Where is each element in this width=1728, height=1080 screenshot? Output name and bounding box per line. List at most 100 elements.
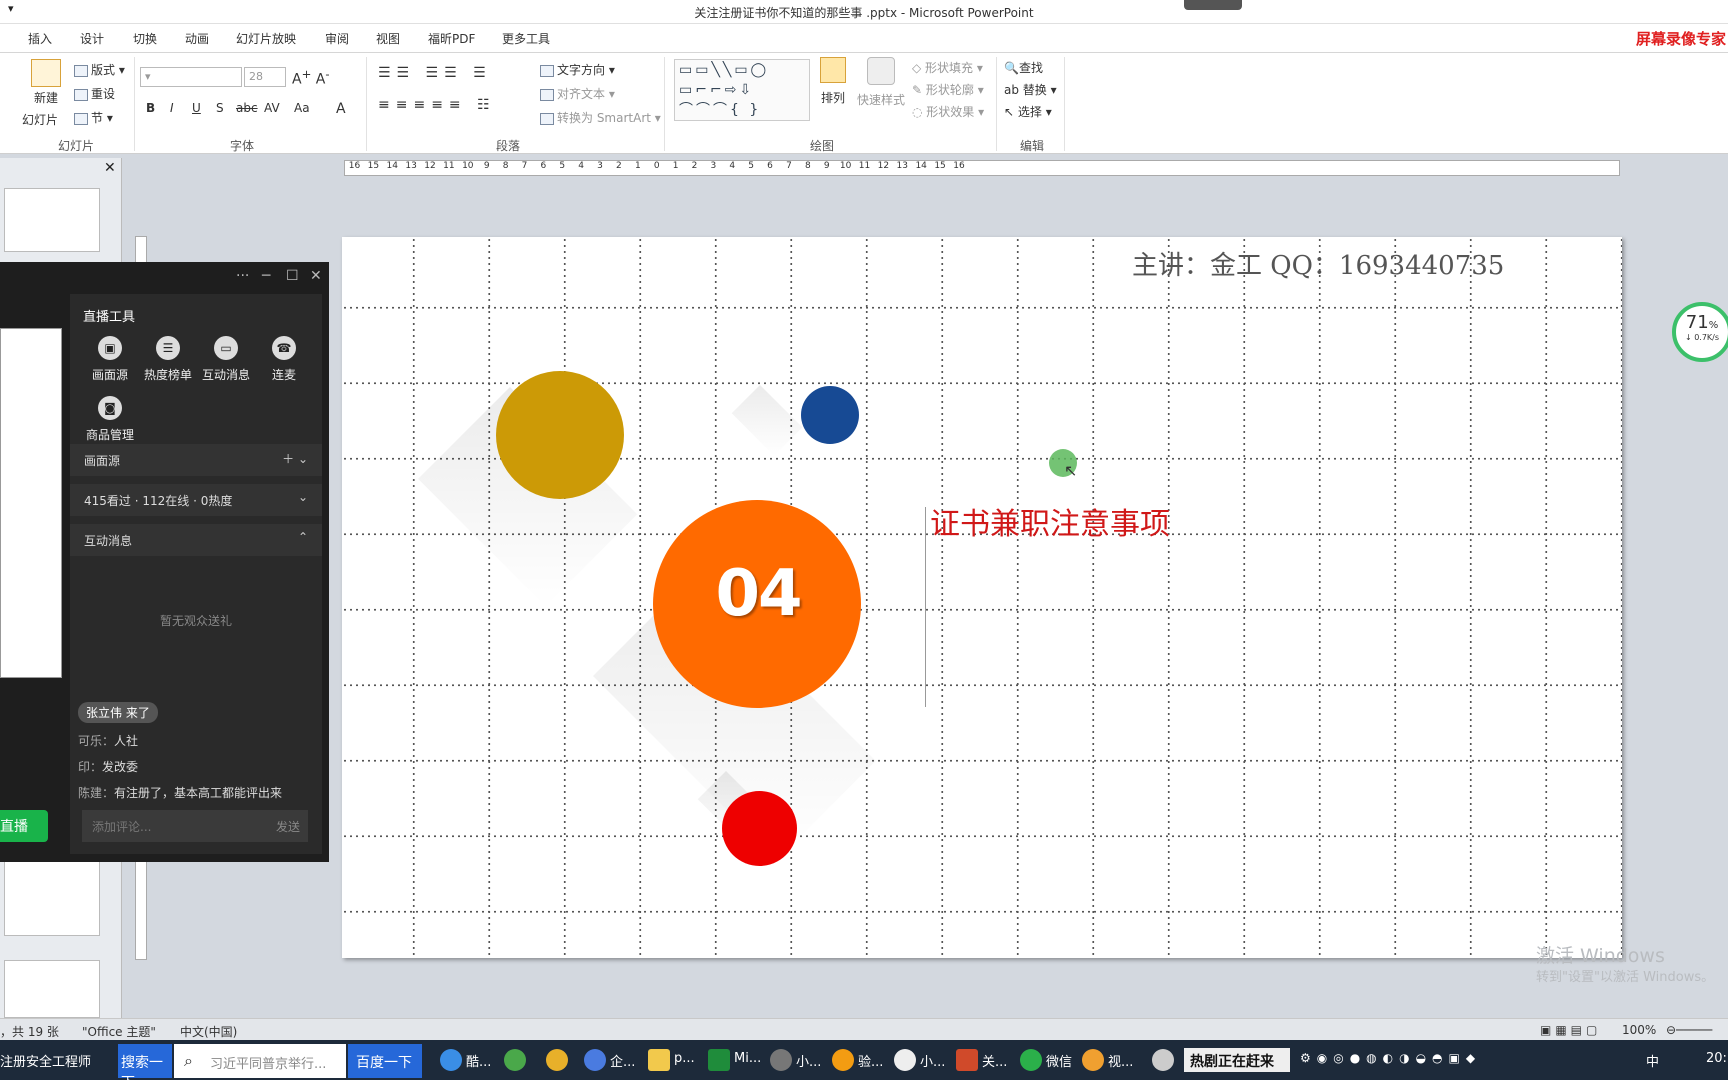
taskbar-app-label[interactable]: 小... [796, 1051, 821, 1070]
change-case-button[interactable]: Aa [294, 101, 310, 115]
font-color-button[interactable]: A [336, 101, 346, 117]
taskbar-app-label[interactable]: 验... [858, 1051, 883, 1070]
slide-thumbnail[interactable] [4, 858, 100, 936]
underline-button[interactable]: U [192, 101, 201, 115]
go-live-button[interactable]: 直播 [0, 810, 48, 842]
align-text-button[interactable]: 对齐文本 ▾ [540, 85, 615, 102]
italic-button[interactable]: I [170, 101, 174, 115]
tool-hot-list[interactable]: ☰ 热度榜单 [140, 336, 196, 383]
strikethrough-button[interactable]: abc [236, 101, 258, 115]
app-icon[interactable] [504, 1049, 526, 1071]
new-slide-dropdown[interactable]: 幻灯片 [22, 111, 58, 128]
chevron-down-icon[interactable]: ⌄ [298, 490, 308, 504]
tool-messages[interactable]: ▭ 互动消息 [198, 336, 254, 383]
source-section-header[interactable]: 画面源 ＋ ⌄ [70, 444, 322, 476]
chrome-icon[interactable] [546, 1049, 568, 1071]
font-family-select[interactable]: ▾ [140, 67, 242, 87]
layout-button[interactable]: 版式 ▾ [74, 61, 125, 78]
align-buttons[interactable]: ≡≡≡≡≡ ☷ [378, 97, 496, 113]
shape-effects-button[interactable]: ◌ 形状效果 ▾ [912, 103, 984, 120]
new-slide-button[interactable]: 新建 [28, 59, 64, 106]
taskbar-app-label[interactable]: Mi... [734, 1051, 761, 1066]
font-size-select[interactable]: 28 [244, 67, 286, 87]
shape-fill-button[interactable]: ◇ 形状填充 ▾ [912, 59, 983, 76]
tray-icons[interactable]: ⚙◉◎●◍◐◑◒◓▣◆ [1300, 1051, 1481, 1065]
hot-news-ticker[interactable]: 热剧正在赶来 [1184, 1048, 1290, 1072]
stats-section-header[interactable]: 415看过 · 112在线 · 0热度 ⌄ [70, 484, 322, 516]
tool-screen-source[interactable]: ▣ 画面源 [82, 336, 138, 383]
network-speed-widget[interactable]: 71% ↓ 0.7K/s [1672, 302, 1728, 362]
character-spacing-button[interactable]: AV [264, 101, 280, 115]
maximize-icon[interactable]: ☐ [286, 268, 299, 284]
slide-thumbnail[interactable] [4, 188, 100, 252]
close-icon[interactable]: ✕ [104, 160, 116, 176]
tab-animations[interactable]: 动画 [185, 30, 209, 47]
grow-font-button[interactable]: A+ A- [292, 67, 330, 88]
shadow-button[interactable]: S [216, 101, 224, 115]
taskbar-app-label[interactable]: 小... [920, 1051, 945, 1070]
arrange-button[interactable]: 排列 [818, 57, 848, 106]
more-icon[interactable]: ··· [236, 268, 249, 284]
taskbar-app-label[interactable]: 视... [1108, 1051, 1133, 1070]
language[interactable]: 中文(中国) [180, 1023, 237, 1040]
tab-foxit-pdf[interactable]: 福昕PDF [428, 30, 475, 47]
taskbar-app-label[interactable]: 微信 [1046, 1051, 1072, 1070]
search-button[interactable]: 搜索一下 [118, 1044, 172, 1080]
gold-circle[interactable] [496, 371, 624, 499]
close-icon[interactable]: ✕ [310, 268, 322, 284]
zoom-level[interactable]: 100% [1622, 1023, 1656, 1037]
replace-button[interactable]: ab 替换 ▾ [1004, 81, 1057, 98]
recorder-icon[interactable] [1152, 1049, 1174, 1071]
tab-review[interactable]: 审阅 [325, 30, 349, 47]
browser-icon[interactable] [440, 1049, 462, 1071]
slide-heading[interactable]: 证书兼职注意事项 [930, 499, 1170, 543]
view-buttons[interactable]: ▣▦▤▢ [1540, 1023, 1601, 1037]
tab-slideshow[interactable]: 幻灯片放映 [236, 30, 296, 47]
text-direction-button[interactable]: 文字方向 ▾ [540, 61, 615, 78]
tab-design[interactable]: 设计 [80, 30, 104, 47]
bold-button[interactable]: B [146, 101, 155, 115]
send-button[interactable]: 发送 [276, 818, 300, 835]
quick-styles-button[interactable]: 快速样式 [856, 57, 906, 108]
taskbar-app-label[interactable]: 酷... [466, 1051, 491, 1070]
shape-outline-button[interactable]: ✎ 形状轮廓 ▾ [912, 81, 984, 98]
tool-products[interactable]: ◙ 商品管理 [82, 396, 138, 443]
taskbar-label[interactable]: 注册安全工程师 [0, 1051, 91, 1070]
baidu-search-button[interactable]: 百度一下 [348, 1044, 422, 1078]
app-icon[interactable] [770, 1049, 792, 1071]
search-box[interactable]: ⌕ 习近平同普京举行... [174, 1044, 346, 1078]
section-button[interactable]: 节 ▾ [74, 109, 113, 126]
folder-icon[interactable] [648, 1049, 670, 1071]
powerpoint-icon[interactable] [956, 1049, 978, 1071]
tab-transitions[interactable]: 切换 [133, 30, 157, 47]
clock[interactable]: 20:1 [1706, 1051, 1728, 1066]
excel-icon[interactable] [708, 1049, 730, 1071]
slide-thumbnail[interactable] [4, 960, 100, 1018]
theme-name[interactable]: "Office 主题" [82, 1023, 156, 1040]
tab-more-tools[interactable]: 更多工具 [502, 30, 550, 47]
smartart-button[interactable]: 转换为 SmartArt ▾ [540, 109, 661, 126]
enterprise-app-icon[interactable] [584, 1049, 606, 1071]
video-app-icon[interactable] [1082, 1049, 1104, 1071]
reset-button[interactable]: 重设 [74, 85, 115, 102]
zoom-slider[interactable]: ⊖───── [1666, 1023, 1712, 1037]
taskbar-app-label[interactable]: 关... [982, 1051, 1007, 1070]
add-chevron-icon[interactable]: ＋ ⌄ [282, 450, 308, 467]
taskbar-app-label[interactable]: p... [674, 1051, 695, 1066]
find-button[interactable]: 🔍查找 [1004, 59, 1043, 76]
shapes-gallery[interactable]: ▭▭╲╲▭◯ ▭⌐⌐⇨⇩ ⌒⌒⌒{ } [674, 59, 810, 121]
slide-canvas[interactable]: 主讲：金工 QQ：1693440735 04 证书兼职注意事项 ↖ [342, 237, 1622, 958]
list-buttons[interactable]: ☰☰ ☰☰ ☰ [378, 65, 492, 81]
tab-view[interactable]: 视图 [376, 30, 400, 47]
app-icon[interactable] [894, 1049, 916, 1071]
audio-app-icon[interactable] [832, 1049, 854, 1071]
chevron-up-icon[interactable]: ⌃ [298, 530, 308, 544]
select-button[interactable]: ↖ 选择 ▾ [1004, 103, 1052, 120]
tab-insert[interactable]: 插入 [28, 30, 52, 47]
tool-co-host[interactable]: ☎ 连麦 [256, 336, 312, 383]
minimize-icon[interactable]: ─ [262, 268, 270, 284]
wechat-icon[interactable] [1020, 1049, 1042, 1071]
comment-input[interactable]: 添加评论... 发送 [82, 810, 308, 842]
red-circle[interactable] [722, 791, 797, 866]
blue-circle[interactable] [801, 386, 859, 444]
